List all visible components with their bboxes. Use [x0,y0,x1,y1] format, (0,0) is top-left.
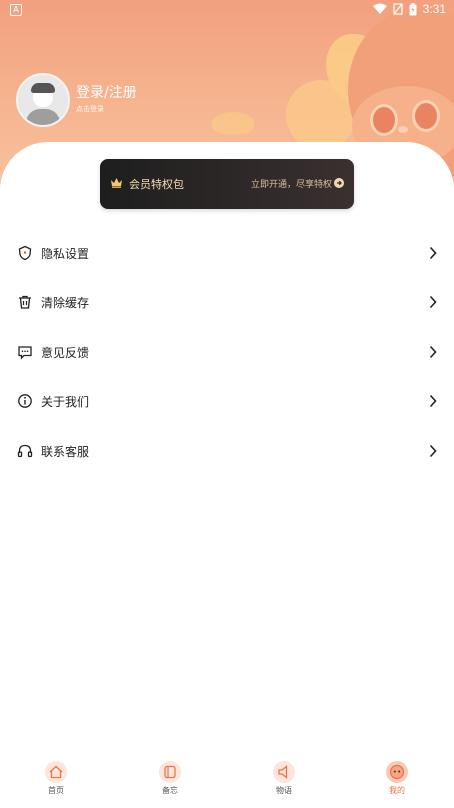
chevron-right-icon [429,394,437,408]
menu-item-privacy[interactable]: 隐私设置 [0,231,454,275]
chevron-right-icon [429,444,437,458]
nav-memo[interactable]: 备忘 [130,758,210,802]
speaker-icon [278,765,288,779]
shield-icon [18,245,32,261]
memo-icon [164,765,176,779]
arrow-right-circle-icon [334,178,344,188]
nav-story[interactable]: 物语 [244,758,324,802]
signal-off-icon [393,3,403,15]
info-icon [18,394,32,408]
vip-promo: 立即开通，尽享特权 [250,180,332,190]
bottom-nav: 首页 备忘 物语 我的 [0,754,454,808]
notification-icon: A [10,4,22,16]
nav-label: 备忘 [162,786,178,795]
crown-icon [111,178,122,188]
decor-shape [212,112,254,134]
menu-item-feedback[interactable]: 意见反馈 [0,330,454,374]
mascot-eye [370,104,398,136]
menu-label: 关于我们 [41,395,90,409]
nav-mine[interactable]: 我的 [357,758,437,802]
nav-label: 物语 [276,786,292,795]
home-icon [49,765,63,779]
wifi-icon [372,3,387,14]
vip-title: 会员特权包 [129,178,184,191]
trash-icon [19,295,31,309]
menu-label: 清除缓存 [41,296,90,310]
chevron-right-icon [429,246,437,260]
nav-label: 首页 [48,786,64,795]
menu-label: 隐私设置 [41,247,90,261]
avatar[interactable] [16,73,70,127]
message-icon [18,346,32,360]
mascot-eye [412,100,440,132]
battery-icon [409,2,417,15]
nav-home[interactable]: 首页 [16,758,96,802]
menu-label: 联系客服 [41,445,90,459]
login-hint: 点击登录 [76,105,104,113]
profile-face-icon [389,764,405,780]
menu-item-customer-service[interactable]: 联系客服 [0,429,454,473]
vip-banner[interactable]: 会员特权包 立即开通，尽享特权 [100,159,354,209]
nav-label: 我的 [389,786,405,795]
decor-shape [286,80,356,150]
chevron-right-icon [429,295,437,309]
mascot-nose [398,126,408,133]
chevron-right-icon [429,345,437,359]
menu-item-clear-cache[interactable]: 清除缓存 [0,280,454,324]
headset-icon [17,444,33,458]
status-bar: A 3:31 [0,0,454,20]
menu-item-about[interactable]: 关于我们 [0,379,454,423]
menu-label: 意见反馈 [41,346,90,360]
status-time: 3:31 [422,2,446,16]
login-register-link[interactable]: 登录/注册 [76,82,137,102]
